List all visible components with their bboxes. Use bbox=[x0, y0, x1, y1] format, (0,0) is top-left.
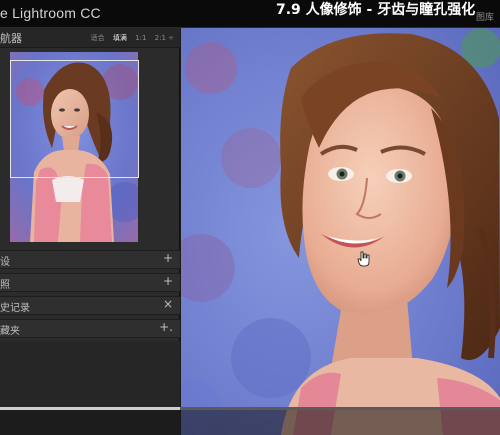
panel-presets[interactable]: 设 + bbox=[0, 250, 180, 269]
navigator-title: 航器 bbox=[0, 32, 22, 45]
panel-collections[interactable]: 藏夹 +. bbox=[0, 319, 180, 338]
module-tab-library[interactable]: 图库 bbox=[476, 10, 494, 23]
zoom-1-1-option[interactable]: 1:1 bbox=[135, 34, 146, 42]
panel-snapshots[interactable]: 照 + bbox=[0, 273, 180, 292]
zoom-fill-option[interactable]: 填满 bbox=[113, 34, 127, 42]
zoom-2-1-option[interactable]: 2:1 ÷ bbox=[155, 34, 174, 42]
app-title: e Lightroom CC bbox=[0, 5, 101, 21]
main-photo-view[interactable] bbox=[181, 28, 500, 435]
panel-collections-label: 藏夹 bbox=[0, 326, 20, 337]
plus-icon[interactable]: +. bbox=[159, 320, 173, 334]
panel-snapshots-label: 照 bbox=[0, 280, 10, 291]
hand-cursor-icon bbox=[357, 251, 370, 267]
portrait-thumbnail bbox=[10, 52, 138, 242]
panel-presets-label: 设 bbox=[0, 257, 10, 268]
navigator-preview-image[interactable] bbox=[10, 52, 138, 242]
clear-history-icon[interactable]: × bbox=[163, 297, 173, 311]
navigator-header[interactable]: 航器 适合 填满 1:1 2:1 ÷ bbox=[0, 28, 180, 48]
plus-icon[interactable]: + bbox=[163, 251, 173, 265]
portrait-photo bbox=[181, 28, 500, 435]
lesson-title: 7.9 人像修饰 - 牙齿与瞳孔强化 bbox=[276, 2, 476, 18]
panel-history-label: 史记录 bbox=[0, 303, 30, 314]
video-controls-strip bbox=[0, 410, 500, 435]
zoom-fit-option[interactable]: 适合 bbox=[91, 34, 105, 42]
left-panel: 航器 适合 填满 1:1 2:1 ÷ 设 + 照 + 史记录 × 藏夹 +. bbox=[0, 28, 180, 435]
title-bar: e Lightroom CC 7.9 人像修饰 - 牙齿与瞳孔强化 图库 bbox=[0, 0, 500, 28]
plus-icon[interactable]: + bbox=[163, 274, 173, 288]
zoom-options: 适合 填满 1:1 2:1 ÷ bbox=[85, 33, 174, 43]
panel-history[interactable]: 史记录 × bbox=[0, 296, 180, 315]
